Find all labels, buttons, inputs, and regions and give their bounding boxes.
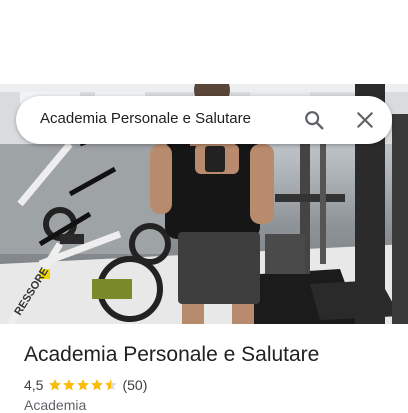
search-button[interactable] <box>298 104 330 136</box>
star-icon <box>49 379 62 391</box>
rating-stars <box>48 378 118 392</box>
rating-value: 4,5 <box>24 377 44 393</box>
place-info-panel[interactable]: Academia Personale e Salutare 4,5 (50) A… <box>0 324 408 413</box>
search-icon <box>305 111 324 130</box>
review-count[interactable]: (50) <box>122 377 147 393</box>
close-icon <box>357 112 373 128</box>
search-bar[interactable]: Academia Personale e Salutare <box>16 96 392 144</box>
place-category: Academia <box>24 397 87 413</box>
search-query[interactable]: Academia Personale e Salutare <box>40 110 251 127</box>
star-icon <box>77 379 90 391</box>
clear-search-button[interactable] <box>349 104 381 136</box>
place-title: Academia Personale e Salutare <box>24 343 320 366</box>
rating-row[interactable]: 4,5 (50) <box>24 376 147 394</box>
star-icon <box>91 379 104 391</box>
top-blank-area <box>0 0 408 84</box>
star-icon <box>105 379 118 391</box>
star-icon <box>63 379 76 391</box>
